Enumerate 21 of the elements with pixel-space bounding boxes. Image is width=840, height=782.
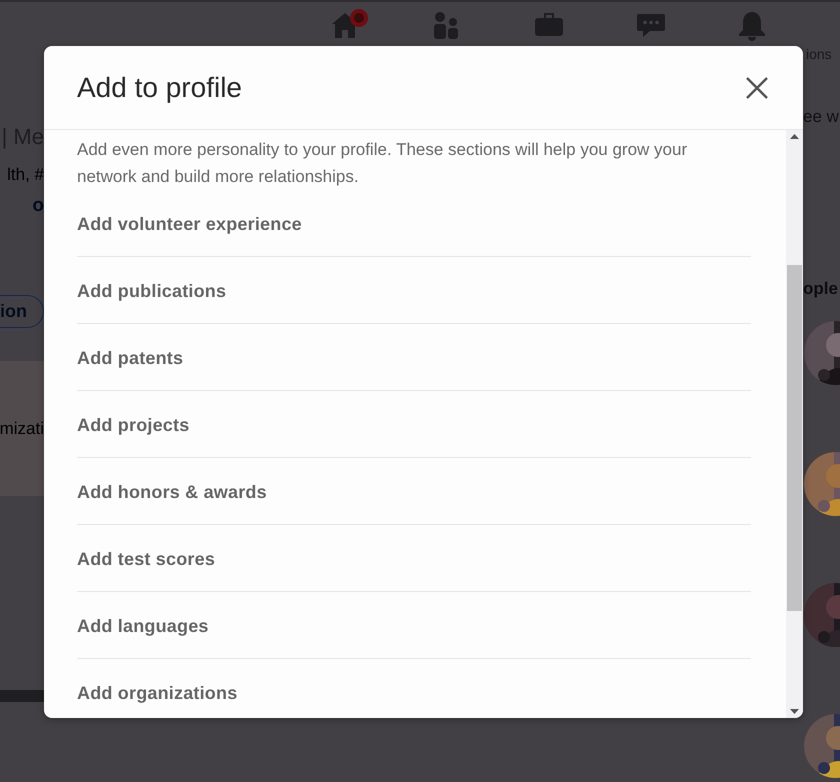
section-link[interactable]: Add honors & awards — [77, 458, 751, 525]
profile-subtitle: lth, # — [7, 165, 44, 185]
scrollbar[interactable] — [786, 130, 803, 718]
bell-icon[interactable] — [738, 11, 766, 41]
intro-text: Add even more personality to your profile. These sections will help you grow your network and build more relationships. — [77, 139, 688, 188]
section-link[interactable]: Add volunteer experience — [77, 190, 751, 257]
chat-icon[interactable] — [636, 11, 666, 39]
side-heading: ople — [803, 279, 839, 299]
section-link[interactable]: Add test scores — [77, 525, 751, 592]
scroll-down-icon[interactable] — [790, 709, 799, 714]
people-icon[interactable] — [432, 11, 460, 39]
section-link[interactable]: Add patents — [77, 324, 751, 391]
briefcase-icon[interactable] — [534, 11, 564, 37]
modal-title: Add to profile — [77, 72, 242, 104]
section-link[interactable]: Add languages — [77, 592, 751, 659]
section-link[interactable]: Add organizations — [77, 659, 751, 718]
section-link[interactable]: Add publications — [77, 257, 751, 324]
scroll-up-icon[interactable] — [790, 134, 799, 139]
section-link[interactable]: Add projects — [77, 391, 751, 458]
card-text: mizati — [0, 418, 44, 438]
footer-bar — [0, 690, 44, 702]
